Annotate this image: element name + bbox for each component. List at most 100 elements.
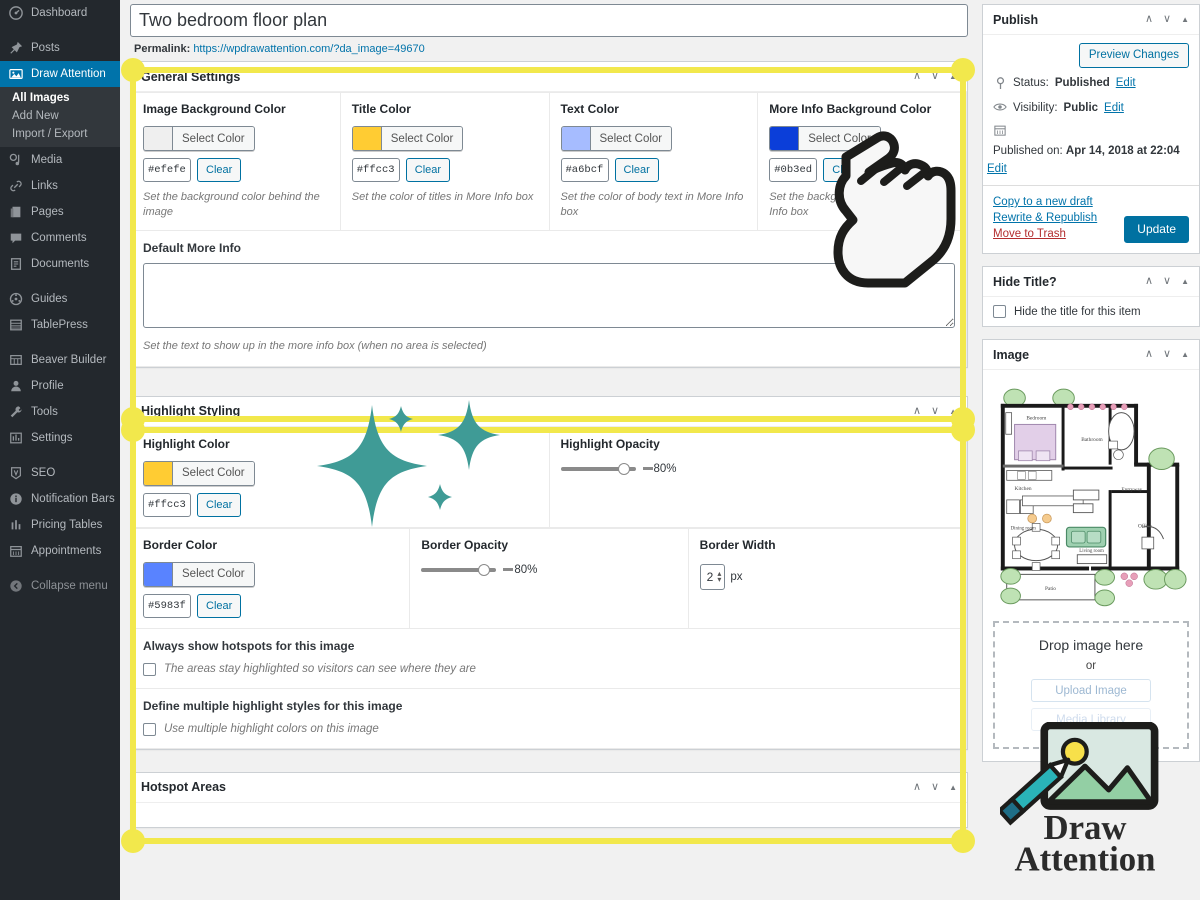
color-swatch [144,562,172,586]
sidebar-item-tablepress[interactable]: TablePress [0,312,120,338]
sidebar-item-guides[interactable]: Guides [0,286,120,312]
sidebar-item-settings[interactable]: Settings [0,425,120,451]
title-color-field: Title Color Select Color Clear Set the c… [340,92,550,231]
permalink-link[interactable]: https://wpdrawattention.com/?da_image=49… [193,43,424,55]
highlight-color-select-color-button[interactable]: Select Color [143,460,255,486]
title-color-hex-input[interactable] [351,158,400,182]
image-bg-hex-input[interactable] [143,158,191,182]
toggle-panel-icon[interactable]: ▲ [949,407,957,416]
sidebar-item-seo[interactable]: SEO [0,460,120,486]
toggle-panel-icon[interactable]: ▲ [1181,277,1189,286]
floor-plan-thumbnail[interactable]: Bedroom Bathroom Entryway Office Kitchen… [993,378,1189,611]
sidebar-item-pages[interactable]: Pages [0,199,120,225]
more-info-bg-hex-input[interactable] [769,158,818,182]
move-up-icon[interactable]: ∧ [1145,349,1153,360]
move-up-icon[interactable]: ∧ [913,71,921,82]
move-down-icon[interactable]: ∨ [931,781,939,793]
sidebar-item-beaver-builder[interactable]: Beaver Builder [0,347,120,373]
more-info-bg-select-color-button[interactable]: Select Color [769,126,881,151]
submenu-item-add-new[interactable]: Add New [0,107,120,125]
hide-title-checkbox[interactable] [993,305,1006,318]
submenu-item-all-images[interactable]: All Images [0,89,120,107]
move-down-icon[interactable]: ∨ [931,71,939,82]
move-up-icon[interactable]: ∧ [913,781,921,793]
border-opacity-slider[interactable]: 80% [421,563,676,576]
sidebar-item-posts[interactable]: Posts [0,35,120,61]
border-color-select-color-button[interactable]: Select Color [143,561,255,587]
text-color-select-color-button[interactable]: Select Color [560,126,673,151]
move-down-icon[interactable]: ∨ [1163,276,1171,287]
move-up-icon[interactable]: ∧ [1145,14,1153,25]
image-panel-body: Bedroom Bathroom Entryway Office Kitchen… [983,370,1199,761]
image-bg-clear-button[interactable]: Clear [197,158,242,182]
sidebar-item-pricing-tables[interactable]: Pricing Tables [0,512,120,538]
text-color-clear-button[interactable]: Clear [614,158,659,182]
sidebar-item-links[interactable]: Links [0,173,120,199]
slider-track[interactable] [560,462,636,475]
visibility-value: Public [1063,102,1099,114]
sidebar-item-label: SEO [31,467,56,479]
sidebar-item-draw-attention[interactable]: Draw Attention [0,61,120,87]
stepper-down-icon[interactable]: ▾ [717,575,721,583]
sidebar-item-documents[interactable]: Documents [0,251,120,277]
always-show-hotspots-row[interactable]: The areas stay highlighted so visitors c… [143,662,955,676]
move-down-icon[interactable]: ∨ [1163,349,1171,360]
highlight-color-hex-input[interactable] [143,492,191,517]
status-edit-link[interactable]: Edit [1116,77,1136,89]
highlight-opacity-slider[interactable]: 80% [560,462,956,475]
published-on-value: Apr 14, 2018 at 22:04 [1065,145,1180,157]
move-down-icon[interactable]: ∨ [1163,14,1171,25]
move-down-icon[interactable]: ∨ [931,405,939,417]
sidebar-item-label: Notification Bars [31,493,115,505]
border-width-stepper[interactable]: 2 ▴ ▾ [699,563,726,590]
sidebar-item-dashboard[interactable]: Dashboard [0,0,120,26]
highlight-color-field: Highlight Color Select Color Clear [131,426,550,528]
slider-knob[interactable] [617,462,630,475]
published-on-edit-link[interactable]: Edit [987,163,1007,175]
toggle-panel-icon[interactable]: ▲ [949,783,957,792]
preview-changes-button[interactable]: Preview Changes [1078,43,1189,68]
toggle-panel-icon[interactable]: ▲ [1181,350,1189,359]
field-hint: Set the color of body text in More Info … [560,191,744,218]
border-color-hex-input[interactable] [143,593,191,618]
multiple-styles-checkbox[interactable] [143,722,156,736]
toggle-panel-icon[interactable]: ▲ [949,72,957,81]
copy-to-new-draft-link[interactable]: Copy to a new draft [993,196,1093,208]
slider-knob[interactable] [478,563,491,576]
sidebar-item-profile[interactable]: Profile [0,373,120,399]
highlight-row-2: Border Color Select Color Clear Border O… [131,527,967,629]
title-color-select-color-button[interactable]: Select Color [351,126,464,151]
calendar-icon [8,543,24,559]
more-info-bg-clear-button[interactable]: Clear [823,158,868,182]
default-more-info-textarea[interactable] [143,262,955,328]
select-color-label: Select Color [172,461,254,485]
update-button[interactable]: Update [1124,216,1189,243]
visibility-edit-link[interactable]: Edit [1104,102,1124,114]
highlight-color-clear-button[interactable]: Clear [197,492,242,517]
image-background-color-field: Image Background Color Select Color Clea… [131,92,341,231]
text-color-hex-input[interactable] [560,158,609,182]
move-up-icon[interactable]: ∧ [1145,276,1153,287]
border-color-clear-button[interactable]: Clear [197,593,242,618]
sidebar-item-appointments[interactable]: Appointments [0,538,120,564]
sidebar-item-tools[interactable]: Tools [0,399,120,425]
sidebar-item-comments[interactable]: Comments [0,225,120,251]
post-title-input[interactable] [130,4,968,37]
image-bg-select-color-button[interactable]: Select Color [143,126,255,151]
toggle-panel-icon[interactable]: ▲ [1181,15,1189,24]
slider-track[interactable] [421,563,497,576]
upload-image-button[interactable]: Upload Image [1031,679,1151,702]
sidebar-item-media[interactable]: Media [0,147,120,173]
sidebar-item-collapse-menu[interactable]: Collapse menu [0,573,120,599]
move-up-icon[interactable]: ∧ [913,405,921,417]
hide-title-row[interactable]: Hide the title for this item [983,297,1199,326]
stepper-arrows-icon[interactable]: ▴ ▾ [717,569,721,583]
move-to-trash-link[interactable]: Move to Trash [993,228,1066,240]
multiple-styles-row[interactable]: Use multiple highlight colors on this im… [143,722,955,736]
highlight-opacity-value: 80% [653,462,677,475]
title-color-clear-button[interactable]: Clear [405,158,451,182]
sidebar-item-notification-bars[interactable]: Notification Bars [0,486,120,512]
submenu-item-import-export[interactable]: Import / Export [0,125,120,143]
always-show-hotspots-checkbox[interactable] [143,662,156,676]
rewrite-republish-link[interactable]: Rewrite & Republish [993,212,1097,224]
